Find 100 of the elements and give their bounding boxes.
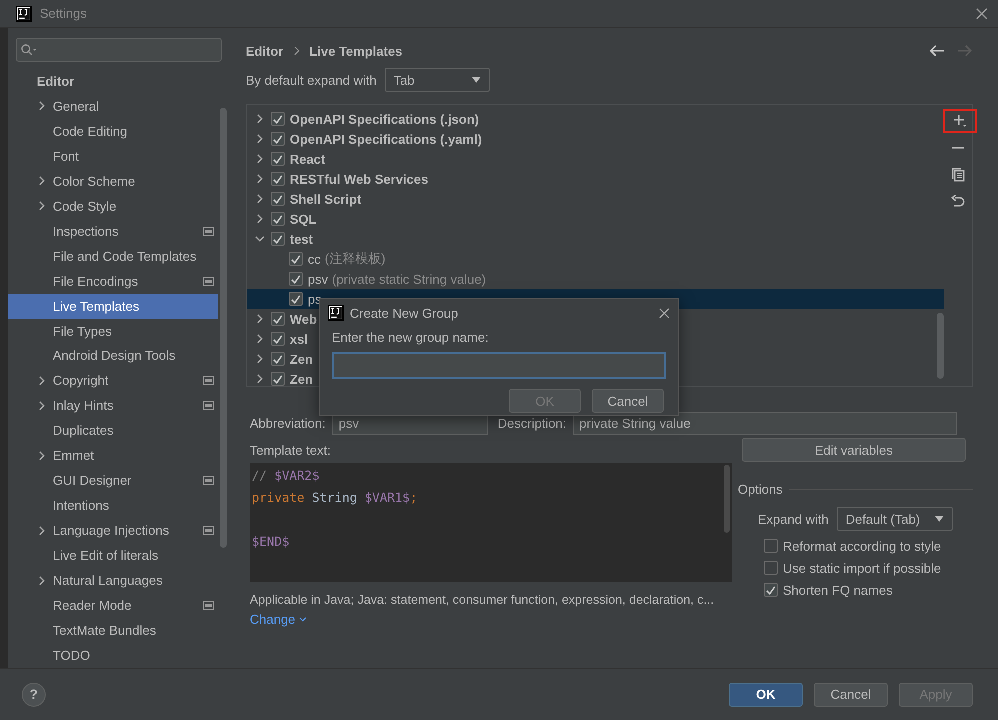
template-group-label: RESTful Web Services <box>290 172 428 186</box>
chevron-icon[interactable] <box>37 526 47 536</box>
copy-icon <box>951 168 965 182</box>
sidebar-item[interactable]: File Types <box>8 318 218 344</box>
chevron-icon[interactable] <box>255 314 265 324</box>
sidebar-item[interactable]: Live Templates <box>8 294 218 319</box>
template-editor[interactable]: // $VAR2$ private String $VAR1$; $END$ <box>250 463 732 582</box>
checkbox[interactable] <box>271 152 285 166</box>
template-group-label: xsl <box>290 332 308 346</box>
description-field[interactable]: private String value <box>572 412 957 435</box>
sidebar-item[interactable]: General <box>8 94 218 119</box>
sidebar-item[interactable]: Code Editing <box>8 118 218 144</box>
group-name-field[interactable] <box>332 352 666 379</box>
chevron-icon[interactable] <box>255 114 265 124</box>
breadcrumb: Live Templates <box>310 44 403 58</box>
search-icon <box>21 44 37 56</box>
checkbox[interactable] <box>764 561 778 575</box>
expand-with-dropdown[interactable]: Default (Tab) <box>836 507 953 531</box>
chevron-icon[interactable] <box>255 154 265 164</box>
checkbox[interactable] <box>271 132 285 146</box>
checkbox[interactable] <box>271 352 285 366</box>
sidebar-item[interactable]: Color Scheme <box>8 168 218 194</box>
search-field[interactable] <box>16 38 222 62</box>
sidebar-item[interactable]: Language Injections <box>8 518 218 544</box>
field-label: Description: <box>498 416 567 431</box>
checkbox[interactable] <box>271 332 285 346</box>
checkbox[interactable] <box>271 232 285 246</box>
help-button[interactable]: ? <box>22 682 46 706</box>
checkbox[interactable] <box>271 192 285 206</box>
checkbox[interactable] <box>764 583 778 597</box>
checkbox[interactable] <box>271 172 285 186</box>
dialog-button[interactable]: OK <box>729 682 803 706</box>
sidebar-item[interactable]: File Encodings <box>8 268 218 294</box>
chevron-icon[interactable] <box>37 176 47 186</box>
sidebar-item[interactable]: TextMate Bundles <box>8 618 218 643</box>
checkbox-label: Reformat according to style <box>783 538 942 554</box>
dropdown-caret-icon <box>934 516 944 522</box>
sidebar-item[interactable]: Inlay Hints <box>8 393 218 418</box>
sidebar-item[interactable]: File and Code Templates <box>8 244 218 269</box>
chevron-icon[interactable] <box>37 376 47 386</box>
add-button[interactable] <box>943 109 977 133</box>
chevron-icon <box>292 47 301 55</box>
checkbox[interactable] <box>289 272 303 286</box>
chevron-icon[interactable] <box>255 174 265 184</box>
sidebar-item[interactable]: Code Style <box>8 194 218 219</box>
sidebar-item[interactable]: Inspections <box>8 218 218 244</box>
sidebar-item[interactable]: Intentions <box>8 493 218 518</box>
chevron-icon <box>298 616 307 622</box>
close-icon[interactable] <box>976 8 988 20</box>
checkbox[interactable] <box>271 372 285 386</box>
chevron-icon[interactable] <box>255 214 265 224</box>
options-title: Options <box>738 482 783 497</box>
chevron-icon[interactable] <box>255 354 265 364</box>
sidebar-item[interactable]: Live Edit of literals <box>8 543 218 568</box>
sidebar-item[interactable]: Natural Languages <box>8 568 218 594</box>
checkbox[interactable] <box>271 312 285 326</box>
chevron-icon[interactable] <box>255 194 265 204</box>
sidebar-item[interactable]: Android Design Tools <box>8 344 218 368</box>
checkbox[interactable] <box>289 252 303 266</box>
dialog-button[interactable]: Cancel <box>814 682 888 706</box>
chevron-icon[interactable] <box>255 134 265 144</box>
sidebar-item[interactable]: Duplicates <box>8 418 218 444</box>
sidebar-item[interactable]: Copyright <box>8 368 218 394</box>
expand-dropdown[interactable]: Tab <box>384 68 490 92</box>
template-group-label: Shell Script <box>290 192 362 206</box>
app-logo-icon <box>16 6 32 22</box>
remove-icon <box>951 146 965 150</box>
sidebar-item[interactable]: Emmet <box>8 443 218 468</box>
dialog-button[interactable]: Cancel <box>592 389 664 413</box>
change-link[interactable]: Change <box>250 612 307 627</box>
checkbox[interactable] <box>764 539 778 553</box>
close-icon[interactable] <box>659 308 670 318</box>
template-group-label: Web <box>290 312 318 326</box>
template-row[interactable]: cc (注释模板) <box>247 249 944 269</box>
edit-variables-button[interactable]: Edit variables <box>742 438 966 462</box>
sidebar-item[interactable]: Reader Mode <box>8 593 218 618</box>
chevron-icon[interactable] <box>37 101 47 112</box>
field-label: Template text: <box>250 443 332 458</box>
scrollbar[interactable] <box>220 108 227 548</box>
template-row[interactable]: psv (private static String value) <box>247 269 944 289</box>
chevron-icon[interactable] <box>255 374 265 384</box>
checkbox[interactable] <box>271 212 285 226</box>
code-line: private String $VAR1$; <box>252 489 418 507</box>
sidebar-item[interactable]: Font <box>8 144 218 169</box>
chevron-icon[interactable] <box>37 201 47 212</box>
template-group-label: OpenAPI Specifications (.yaml) <box>290 132 482 146</box>
sidebar-item[interactable]: TODO <box>8 642 218 668</box>
checkbox[interactable] <box>289 292 303 306</box>
scrollbar[interactable] <box>937 313 944 379</box>
back-arrow-icon[interactable] <box>929 44 945 58</box>
chevron-icon[interactable] <box>255 234 265 244</box>
window-title: Settings <box>40 6 88 21</box>
chevron-icon[interactable] <box>255 334 265 344</box>
chevron-icon[interactable] <box>37 400 47 411</box>
template-group-label: React <box>290 152 326 166</box>
scrollbar[interactable] <box>724 465 730 533</box>
chevron-icon[interactable] <box>37 450 47 461</box>
sidebar-item[interactable]: GUI Designer <box>8 468 218 494</box>
chevron-icon[interactable] <box>37 576 47 586</box>
checkbox[interactable] <box>271 112 285 126</box>
